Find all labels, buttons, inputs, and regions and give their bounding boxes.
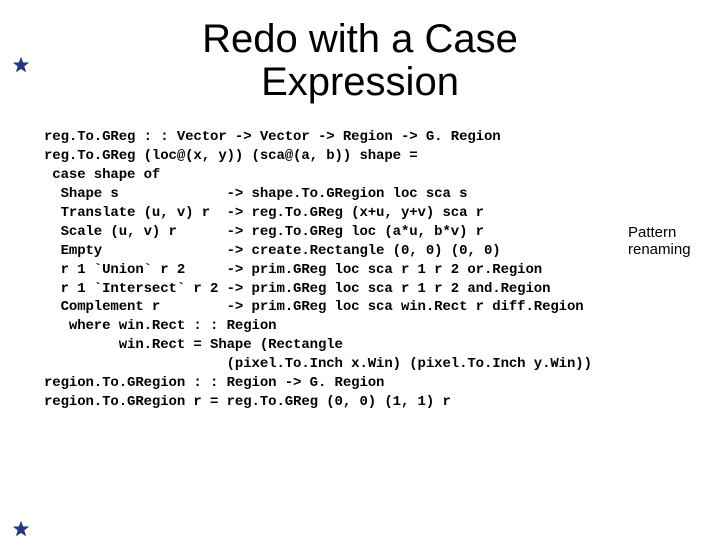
title-line-2: Expression xyxy=(261,60,459,104)
annotation-line-1: Pattern xyxy=(628,224,676,241)
annotation-line-2: renaming xyxy=(628,241,691,258)
bullet-star-icon xyxy=(12,520,30,538)
code-snippet: reg.To.GReg : : Vector -> Vector -> Regi… xyxy=(44,128,720,411)
title-line-1: Redo with a Case xyxy=(202,17,518,61)
bullet-star-icon xyxy=(12,56,30,74)
page-title: Redo with a Case Expression xyxy=(0,18,720,104)
annotation-label: Pattern renaming xyxy=(628,225,691,258)
